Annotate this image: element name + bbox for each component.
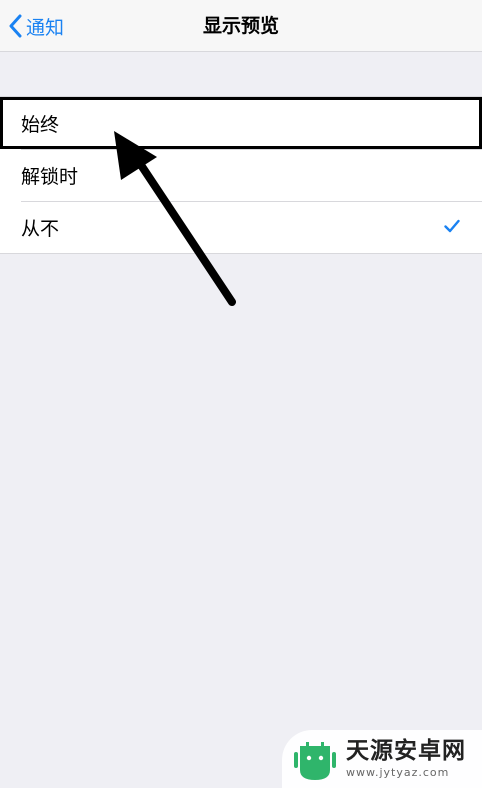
option-always[interactable]: 始终 [0, 97, 482, 149]
watermark: 天源安卓网 www.jytyaz.com [282, 730, 482, 788]
option-when-unlocked[interactable]: 解锁时 [0, 149, 482, 201]
option-never[interactable]: 从不 [0, 201, 482, 253]
page-title: 显示预览 [202, 15, 279, 37]
navigation-bar: 通知 显示预览 [0, 0, 482, 52]
option-label: 解锁时 [21, 165, 79, 188]
watermark-url: www.jytyaz.com [346, 766, 450, 779]
checkmark-icon [444, 219, 460, 233]
android-logo-icon [294, 742, 336, 780]
watermark-title: 天源安卓网 [346, 738, 466, 764]
option-label: 始终 [21, 113, 60, 136]
preview-options-list: 始终 解锁时 从不 [0, 96, 482, 254]
option-label: 从不 [21, 217, 60, 240]
